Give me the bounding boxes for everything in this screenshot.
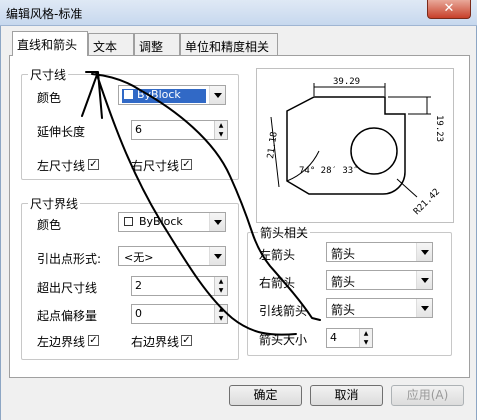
style-preview: 39.29 19.23 21.18 74° 28′ 33″ R21.42 [256,68,454,223]
color-swatch [124,217,133,226]
right-ext-line-label: 右边界线 [131,335,180,349]
chevron-down-icon[interactable] [416,271,432,289]
ok-button[interactable]: 确定 [229,385,302,406]
arrow-size-stepper[interactable]: 4 ▲ ▼ [326,328,373,348]
beyond-dim-line-value: 2 [135,279,142,292]
close-icon: ✕ [443,1,455,16]
dim-color-select[interactable]: ByBlock [118,85,226,105]
left-dim-line-checkbox[interactable]: ✓ [88,159,99,170]
dim-right-text: 19.23 [434,115,444,142]
dimension-line-group-title: 尺寸线 [28,66,69,83]
right-dim-line-checkbox[interactable]: ✓ [181,159,192,170]
chevron-down-icon[interactable] [209,247,225,265]
spin-arrows-icon[interactable]: ▲ ▼ [214,305,227,323]
arrow-size-label: 箭头大小 [259,333,308,347]
leader-arrow-label: 引线箭头 [259,304,308,318]
left-arrow-select[interactable]: 箭头 [326,242,433,262]
tab-lines-arrows[interactable]: 直线和箭头 [12,31,88,56]
apply-button[interactable]: 应用(A) [391,385,464,406]
origin-style-select[interactable]: <无> [118,246,226,266]
ext-color-value: ByBlock [139,215,183,228]
extend-length-stepper[interactable]: 6 ▲ ▼ [131,120,228,140]
close-button[interactable]: ✕ [427,0,471,19]
chevron-down-icon[interactable] [209,86,225,104]
leader-arrow-select[interactable]: 箭头 [326,298,433,318]
spin-arrows-icon[interactable]: ▲ ▼ [214,277,227,295]
ext-color-label: 颜色 [37,218,62,232]
tab-text[interactable]: 文本 [88,33,134,55]
extension-line-group-title: 尺寸界线 [28,195,81,212]
origin-style-value: <无> [124,251,154,264]
right-arrow-value: 箭头 [331,275,356,289]
dim-color-value: ByBlock [137,88,181,101]
dim-radius-text: R21.42 [412,187,442,217]
right-dim-line-label: 右尺寸线 [131,159,180,173]
right-ext-line-checkbox[interactable]: ✓ [181,335,192,346]
chevron-down-icon[interactable] [416,243,432,261]
beyond-dim-line-stepper[interactable]: 2 ▲ ▼ [131,276,228,296]
arrow-group-title: 箭头相关 [258,224,311,241]
window-title: 编辑风格-标准 [6,7,83,21]
dim-angle-text: 74° 28′ 33″ [299,166,359,176]
leader-arrow-value: 箭头 [331,303,356,317]
tab-units-precision[interactable]: 单位和精度相关 [180,33,278,55]
beyond-dim-line-label: 超出尺寸线 [37,281,98,295]
chevron-down-icon[interactable] [209,213,225,231]
origin-style-label: 引出点形式: [37,252,102,266]
preview-drawing: 39.29 19.23 21.18 74° 28′ 33″ R21.42 [266,77,444,217]
color-swatch [124,90,133,99]
cancel-button[interactable]: 取消 [310,385,383,406]
left-dim-line-label: 左尺寸线 [37,159,86,173]
arrow-size-value: 4 [330,331,337,344]
origin-offset-label: 起点偏移量 [37,309,98,323]
left-arrow-label: 左箭头 [259,248,296,262]
ext-color-select[interactable]: ByBlock [118,212,226,232]
left-ext-line-checkbox[interactable]: ✓ [88,335,99,346]
chevron-down-icon[interactable] [416,299,432,317]
extend-length-label: 延伸长度 [37,125,86,139]
right-arrow-label: 右箭头 [259,276,296,290]
dim-left-text: 21.18 [266,131,280,159]
spin-arrows-icon[interactable]: ▲ ▼ [359,329,372,347]
origin-offset-stepper[interactable]: 0 ▲ ▼ [131,304,228,324]
origin-offset-value: 0 [135,307,142,320]
left-ext-line-label: 左边界线 [37,335,86,349]
right-arrow-select[interactable]: 箭头 [326,270,433,290]
left-arrow-value: 箭头 [331,247,356,261]
dim-color-label: 颜色 [37,91,62,105]
extend-length-value: 6 [135,123,142,136]
spin-arrows-icon[interactable]: ▲ ▼ [214,121,227,139]
tab-adjust[interactable]: 调整 [134,33,180,55]
dim-top-text: 39.29 [333,77,360,87]
